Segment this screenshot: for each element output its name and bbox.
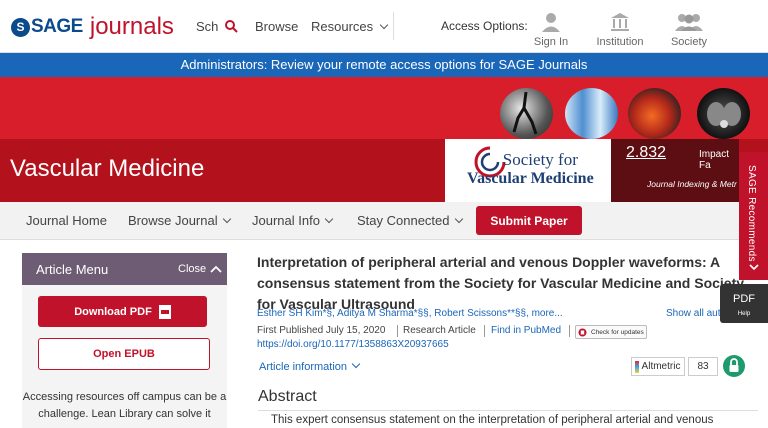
logo-sage-text: SAGE bbox=[31, 16, 83, 37]
altmetric-label: Altmetric bbox=[641, 361, 681, 372]
sage-logo-mark: S bbox=[11, 17, 30, 37]
article-menu-title: Article Menu bbox=[36, 262, 109, 277]
article-information-label: Article information bbox=[259, 361, 348, 373]
search-label: Sch bbox=[196, 19, 219, 34]
institution-icon bbox=[611, 13, 629, 31]
search-link[interactable]: Sch bbox=[196, 19, 238, 34]
cover-image-heatmap bbox=[628, 88, 681, 139]
find-in-pubmed-link[interactable]: Find in PubMed bbox=[491, 325, 561, 336]
nav-journal-home[interactable]: Journal Home bbox=[26, 213, 107, 228]
meta-divider bbox=[569, 325, 570, 337]
open-access-lock-icon bbox=[723, 355, 745, 377]
article-information-toggle[interactable]: Article information bbox=[259, 359, 361, 373]
chevron-down-icon bbox=[454, 214, 463, 224]
download-pdf-button[interactable]: Download PDF bbox=[38, 296, 207, 327]
doi-link[interactable]: https://doi.org/10.1177/1358863X20937665 bbox=[257, 339, 449, 350]
journal-indexing-link: Journal Indexing & Metr bbox=[647, 179, 737, 189]
article-menu-close[interactable]: Close bbox=[178, 263, 222, 275]
pdf-help-tab[interactable]: PDF Help bbox=[720, 284, 768, 323]
abstract-heading: Abstract bbox=[258, 388, 317, 405]
sage-journals-logo[interactable]: S SAGE journals bbox=[11, 13, 174, 41]
altmetric-score[interactable]: 83 bbox=[688, 357, 718, 376]
impact-factor-value: 2.832 bbox=[626, 144, 667, 161]
abstract-text: This expert consensus statement on the i… bbox=[271, 414, 714, 426]
society-logo[interactable]: Society for Vascular Medicine bbox=[445, 139, 611, 202]
pdf-tab-label: PDF bbox=[733, 293, 755, 305]
resources-label: Resources bbox=[311, 19, 374, 34]
download-pdf-label: Download PDF bbox=[74, 305, 152, 318]
nav-journal-info-label: Journal Info bbox=[252, 213, 320, 228]
journal-title[interactable]: Vascular Medicine bbox=[10, 155, 204, 183]
meta-divider bbox=[484, 325, 485, 337]
open-epub-button[interactable]: Open EPUB bbox=[38, 338, 210, 370]
society-name-line1: Society for bbox=[502, 150, 578, 169]
chevron-down-icon bbox=[324, 214, 334, 224]
nav-browse-journal-label: Browse Journal bbox=[128, 213, 218, 228]
article-type: Research Article bbox=[403, 325, 476, 336]
society-icon bbox=[675, 14, 703, 31]
chevron-down-icon bbox=[222, 214, 231, 224]
help-tab-label: Help bbox=[737, 311, 751, 317]
nav-stay-connected-label: Stay Connected bbox=[357, 213, 450, 228]
altmetric-icon bbox=[635, 361, 639, 373]
chevron-down-icon bbox=[351, 359, 361, 369]
article-title: Interpretation of peripheral arterial an… bbox=[257, 254, 745, 312]
society-name-line2: Vascular Medicine bbox=[467, 170, 594, 187]
access-options-label: Access Options: bbox=[441, 19, 528, 33]
sign-in-label: Sign In bbox=[533, 36, 569, 48]
nav-journal-info[interactable]: Journal Info bbox=[252, 213, 334, 228]
society-label: Society bbox=[670, 36, 708, 48]
close-label: Close bbox=[178, 263, 207, 275]
cover-image-angiogram bbox=[500, 88, 553, 139]
journal-nav: Journal Home Browse Journal Journal Info… bbox=[0, 202, 740, 240]
society-button[interactable]: Society bbox=[659, 12, 719, 48]
user-icon bbox=[542, 13, 560, 32]
chevron-down-icon bbox=[379, 20, 389, 30]
nav-browse-journal[interactable]: Browse Journal bbox=[128, 213, 231, 228]
altmetric-badge[interactable]: Altmetric bbox=[631, 357, 685, 376]
logo-journals-text: journals bbox=[89, 13, 174, 40]
browse-link[interactable]: Browse bbox=[255, 19, 298, 34]
sign-in-button[interactable]: Sign In bbox=[521, 12, 581, 48]
article-authors[interactable]: Esther SH Kim*§, Aditya M Sharma*§§, Rob… bbox=[257, 308, 563, 319]
society-name: Society for Vascular Medicine bbox=[467, 150, 594, 188]
search-icon bbox=[225, 20, 238, 33]
chevron-up-icon bbox=[210, 265, 222, 273]
cover-image-ct-scan bbox=[697, 88, 750, 139]
check-for-updates-label: Check for updates bbox=[591, 328, 644, 336]
pdf-file-icon bbox=[158, 304, 171, 319]
show-all-authors-link[interactable]: Show all aut bbox=[666, 308, 720, 319]
crossmark-icon bbox=[578, 328, 587, 336]
published-date: First Published July 15, 2020 bbox=[257, 325, 386, 336]
check-for-updates-button[interactable]: Check for updates bbox=[575, 325, 647, 339]
cover-image-doppler bbox=[565, 88, 618, 139]
nav-stay-connected[interactable]: Stay Connected bbox=[357, 213, 463, 228]
meta-divider bbox=[397, 325, 398, 337]
chevron-down-icon bbox=[749, 264, 759, 271]
resources-menu[interactable]: Resources bbox=[311, 19, 389, 34]
institution-label: Institution bbox=[596, 36, 644, 48]
admin-banner[interactable]: Administrators: Review your remote acces… bbox=[0, 53, 768, 77]
impact-factor-panel[interactable]: 2.832 Impact Fa Journal Indexing & Metr bbox=[611, 139, 739, 202]
sage-recommends-label: SAGE Recommends bbox=[746, 165, 757, 262]
top-header: S SAGE journals Sch Browse Resources Acc… bbox=[0, 0, 768, 53]
divider bbox=[393, 12, 394, 40]
article-menu-header: Article Menu Close bbox=[22, 253, 227, 285]
submit-paper-button[interactable]: Submit Paper bbox=[476, 206, 582, 235]
institution-button[interactable]: Institution bbox=[590, 12, 650, 48]
lean-library-text: Accessing resources off campus can be a … bbox=[22, 391, 227, 420]
sage-recommends-tab[interactable]: SAGE Recommends bbox=[739, 152, 768, 280]
impact-factor-label: Impact Fa bbox=[699, 149, 730, 171]
abstract-divider bbox=[258, 410, 758, 411]
